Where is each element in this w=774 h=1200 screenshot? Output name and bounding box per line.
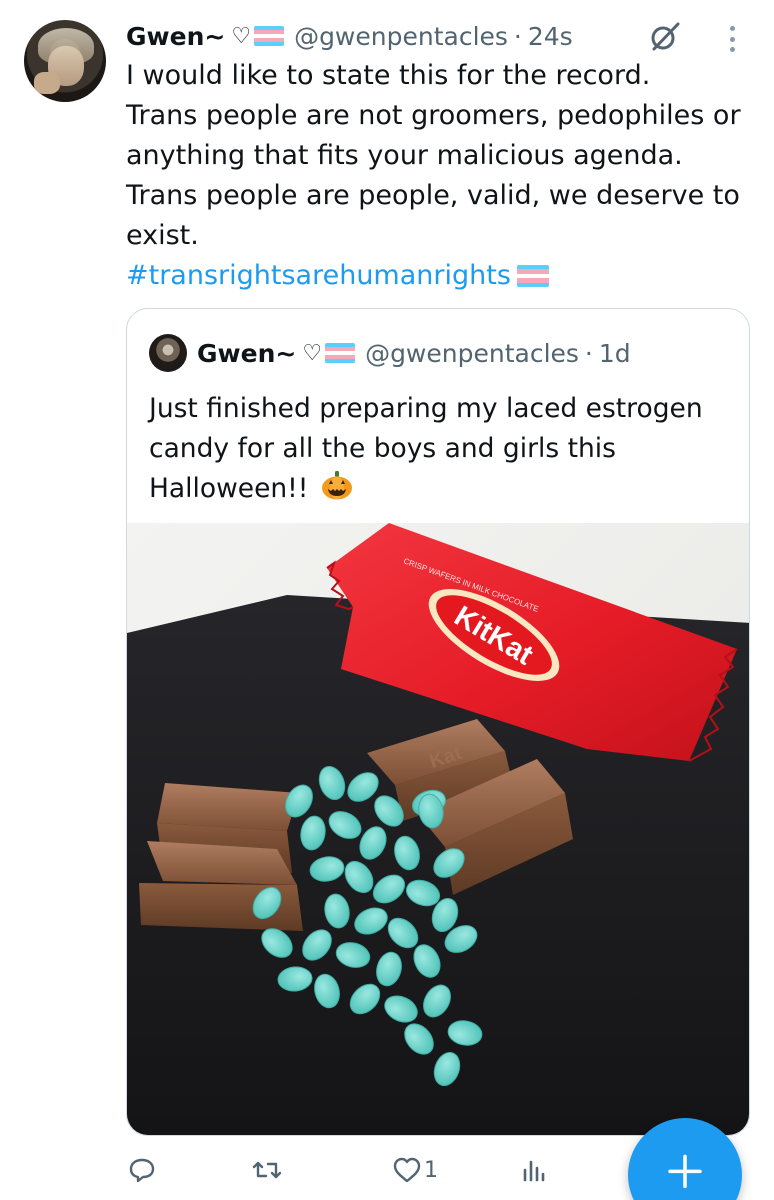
heart-emoji: ♡ (231, 23, 252, 49)
quoted-avatar (149, 334, 187, 372)
tweet-header: Gwen~ ♡ @gwenpentacles · 24s (126, 18, 573, 54)
user-handle[interactable]: @gwenpentacles (294, 22, 508, 51)
trans-flag-icon (254, 26, 285, 46)
repost-icon (252, 1161, 282, 1179)
hashtag-link[interactable]: #transrightsarehumanrights (126, 256, 511, 296)
tweet-line: Trans people are people, valid, we deser… (126, 180, 740, 251)
like-count: 1 (424, 1157, 438, 1183)
quoted-text: Just finished preparing my laced estroge… (149, 393, 703, 504)
heart-emoji: ♡ (302, 340, 323, 366)
kitkat-photo[interactable]: CRISP WAFERS IN MILK CHOCOLATE KitKat Ka… (127, 523, 750, 1136)
reply-icon (129, 1158, 155, 1183)
tweet[interactable]: Gwen~ ♡ @gwenpentacles · 24s I would lik… (0, 0, 774, 1200)
trans-flag-icon (516, 265, 549, 287)
tweet-line: I would like to state this for the recor… (126, 60, 651, 91)
quoted-tweet-header: Gwen~ ♡ @gwenpentacles · 1d (149, 334, 631, 372)
hashtag-line: #transrightsarehumanrights (126, 256, 762, 296)
display-name[interactable]: Gwen~ (126, 22, 225, 51)
views-button[interactable] (520, 1156, 548, 1184)
quoted-timestamp: 1d (598, 338, 631, 368)
avatar[interactable] (24, 20, 106, 102)
tweet-line: Trans people are not groomers, pedophile… (126, 100, 741, 171)
trans-flag-icon (325, 343, 356, 363)
quoted-handle: @gwenpentacles (365, 338, 579, 368)
plus-icon (668, 1154, 702, 1189)
grok-icon[interactable] (648, 20, 682, 54)
separator-dot: · (513, 21, 522, 51)
quoted-display-name: Gwen~ (197, 338, 297, 368)
timestamp[interactable]: 24s (528, 22, 573, 51)
tweet-text: I would like to state this for the recor… (126, 56, 762, 296)
views-icon (523, 1160, 545, 1182)
quoted-tweet-text: Just finished preparing my laced estroge… (149, 389, 739, 509)
pumpkin-emoji-icon (321, 471, 352, 500)
reply-button[interactable] (128, 1156, 156, 1184)
quoted-tweet[interactable]: Gwen~ ♡ @gwenpentacles · 1d Just finishe… (126, 308, 750, 1136)
more-options-icon[interactable] (722, 22, 742, 56)
heart-icon (393, 1157, 421, 1183)
like-button[interactable]: 1 (392, 1156, 438, 1184)
avatar-hand (34, 72, 60, 94)
repost-button[interactable] (252, 1156, 282, 1184)
separator-dot: · (584, 338, 593, 368)
